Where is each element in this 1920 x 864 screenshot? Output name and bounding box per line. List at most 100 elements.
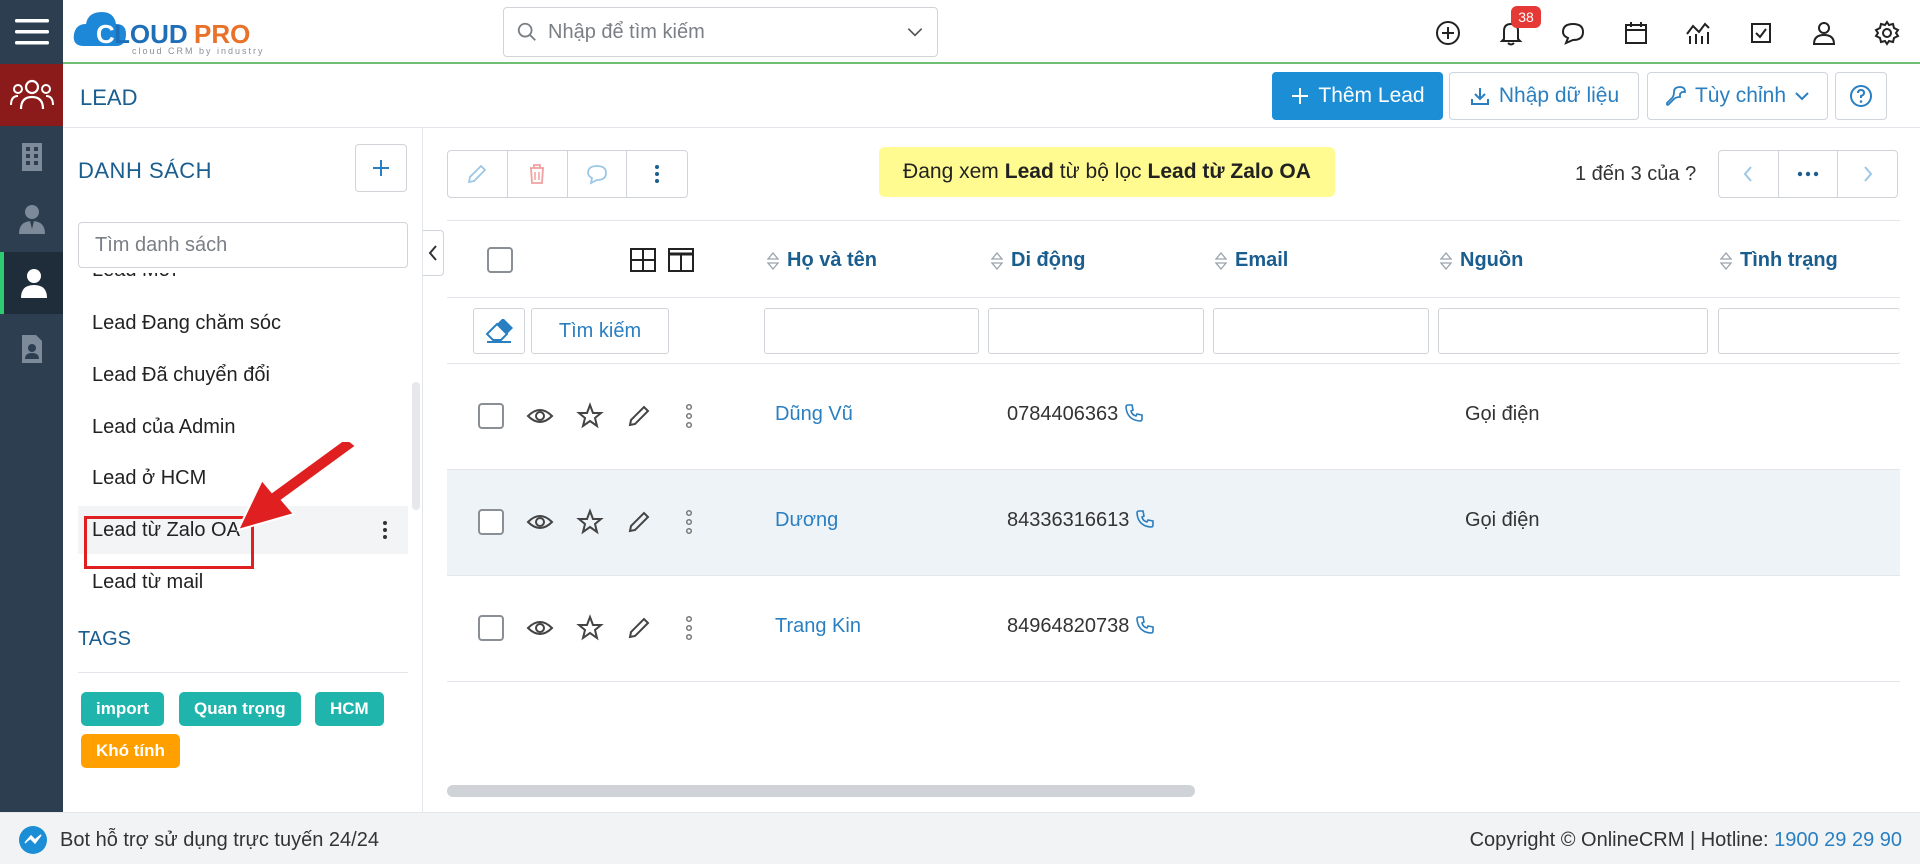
phone-icon[interactable] — [1124, 403, 1144, 423]
nav-contact-person-icon[interactable] — [0, 188, 63, 250]
pencil-icon — [468, 164, 487, 184]
pencil-icon[interactable] — [625, 402, 653, 430]
list-item[interactable]: Lead Đang chăm sóc — [78, 299, 408, 347]
column-header-source[interactable]: Nguồn — [1440, 249, 1523, 272]
clear-filter-button[interactable] — [473, 308, 525, 354]
star-icon[interactable] — [576, 508, 604, 536]
column-header-email[interactable]: Email — [1215, 249, 1288, 272]
settings-gear-icon[interactable] — [1872, 18, 1902, 48]
import-data-button[interactable]: Nhập dữ liệu — [1449, 72, 1639, 120]
column-header-status[interactable]: Tình trạng — [1720, 249, 1838, 272]
tag-chip[interactable]: Quan trọng — [179, 692, 301, 726]
eye-icon[interactable] — [526, 402, 554, 430]
chevron-down-icon[interactable] — [905, 22, 925, 42]
wrench-icon — [1666, 86, 1686, 106]
row-checkbox[interactable] — [478, 509, 504, 535]
sort-icon — [1720, 251, 1732, 270]
svg-text:cloud CRM by industry: cloud CRM by industry — [132, 46, 265, 56]
help-button[interactable] — [1835, 72, 1887, 120]
notification-badge: 38 — [1511, 6, 1541, 28]
messenger-icon[interactable] — [18, 825, 48, 855]
nav-company-building-icon[interactable] — [0, 126, 63, 188]
tag-chip[interactable]: HCM — [315, 692, 384, 726]
filter-input-email[interactable] — [1213, 308, 1429, 354]
select-all-checkbox[interactable] — [487, 247, 513, 273]
filter-input-status[interactable] — [1718, 308, 1900, 354]
task-check-icon[interactable] — [1746, 18, 1776, 48]
add-circle-icon[interactable] — [1433, 18, 1463, 48]
pencil-icon[interactable] — [625, 614, 653, 642]
comment-button[interactable] — [568, 151, 628, 197]
chevron-right-icon — [1863, 166, 1872, 182]
table-row[interactable]: Dũng Vũ 0784406363 Gọi điện — [447, 364, 1900, 470]
filter-input-mobile[interactable] — [988, 308, 1204, 354]
tag-chip[interactable]: import — [81, 692, 164, 726]
grid-view-icon[interactable] — [629, 247, 657, 273]
lead-name-link[interactable]: Trang Kin — [775, 615, 861, 638]
next-page-button[interactable] — [1838, 151, 1897, 197]
row-checkbox[interactable] — [478, 403, 504, 429]
eye-icon[interactable] — [526, 614, 554, 642]
column-header-name[interactable]: Họ và tên — [767, 249, 877, 272]
chevron-left-icon — [1744, 166, 1753, 182]
star-icon[interactable] — [576, 402, 604, 430]
edit-button[interactable] — [448, 151, 508, 197]
calendar-icon[interactable] — [1621, 18, 1651, 48]
table-row[interactable]: Trang Kin 84964820738 — [447, 576, 1900, 682]
footer-copyright: Copyright © OnlineCRM | Hotline: 1900 29… — [1469, 829, 1902, 851]
nav-lead-icon[interactable] — [0, 252, 63, 314]
list-scrollbar[interactable] — [412, 382, 420, 510]
add-list-button[interactable] — [355, 144, 407, 192]
table-horizontal-scrollbar[interactable] — [447, 785, 1195, 797]
list-item[interactable]: Lead Đã chuyển đổi — [78, 351, 408, 399]
nav-customers-icon[interactable] — [0, 64, 63, 126]
import-data-label: Nhập dữ liệu — [1498, 84, 1620, 107]
column-header-mobile[interactable]: Di động — [991, 249, 1085, 272]
svg-text:PRO: PRO — [194, 19, 250, 49]
customize-dropdown-button[interactable]: Tùy chỉnh — [1647, 72, 1828, 120]
chat-icon[interactable] — [1558, 18, 1588, 48]
table-search-button[interactable]: Tìm kiếm — [531, 308, 669, 354]
pencil-icon[interactable] — [625, 508, 653, 536]
phone-icon[interactable] — [1135, 509, 1155, 529]
global-search-input[interactable] — [548, 20, 905, 44]
user-profile-icon[interactable] — [1809, 18, 1839, 48]
list-item[interactable]: Lead Mới — [78, 273, 408, 294]
support-bot-text[interactable]: Bot hỗ trợ sử dụng trực tuyến 24/24 — [60, 829, 379, 852]
trash-icon — [530, 164, 545, 184]
pagination-summary: 1 đến 3 của ? — [1575, 163, 1697, 185]
delete-button[interactable] — [508, 151, 568, 197]
lead-name-link[interactable]: Dương — [775, 509, 838, 532]
sort-icon — [1440, 251, 1452, 270]
collapse-panel-button[interactable] — [423, 230, 444, 276]
prev-page-button[interactable] — [1719, 151, 1779, 197]
chat-bubble-icon — [586, 165, 607, 185]
table-row[interactable]: Dương 84336316613 Gọi điện — [447, 470, 1900, 576]
cloudpro-logo[interactable]: C LOUD PRO cloud CRM by industry — [72, 6, 297, 56]
kebab-menu-icon[interactable] — [675, 614, 703, 642]
more-actions-button[interactable] — [627, 151, 687, 197]
list-search-input[interactable] — [78, 222, 408, 268]
eye-icon[interactable] — [526, 508, 554, 536]
tag-chip[interactable]: Khó tính — [81, 734, 180, 768]
filter-input-source[interactable] — [1438, 308, 1708, 354]
star-icon[interactable] — [576, 614, 604, 642]
split-view-icon[interactable] — [667, 247, 695, 273]
hamburger-menu-icon[interactable] — [0, 0, 63, 64]
global-search[interactable] — [503, 7, 938, 57]
side-navigation — [0, 64, 63, 812]
kebab-menu-icon[interactable] — [675, 508, 703, 536]
phone-icon[interactable] — [1135, 615, 1155, 635]
row-checkbox[interactable] — [478, 615, 504, 641]
kebab-menu-icon[interactable] — [382, 520, 388, 540]
hotline-link[interactable]: 1900 29 29 90 — [1774, 829, 1902, 851]
add-lead-button[interactable]: Thêm Lead — [1272, 72, 1443, 120]
filter-input-name[interactable] — [764, 308, 979, 354]
kebab-menu-icon[interactable] — [675, 402, 703, 430]
report-chart-icon[interactable] — [1683, 18, 1713, 48]
search-icon — [517, 22, 536, 41]
page-menu-button[interactable] — [1779, 151, 1839, 197]
total-count-unknown[interactable]: ? — [1685, 163, 1696, 185]
lead-name-link[interactable]: Dũng Vũ — [775, 403, 853, 426]
nav-document-contact-icon[interactable] — [0, 318, 63, 380]
